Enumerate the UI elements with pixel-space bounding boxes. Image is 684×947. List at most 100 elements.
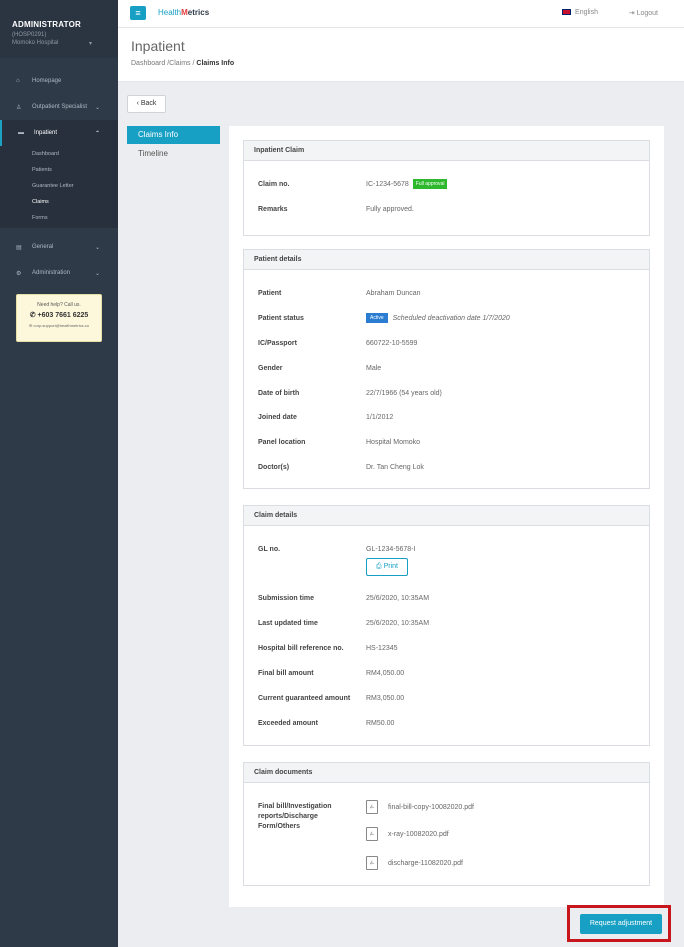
inpatient-submenu: Dashboard Patients Guarantee Letter Clai… [0, 146, 118, 228]
sidebar-item-inpatient[interactable]: ▬ Inpatient ⌃ [0, 120, 118, 146]
pdf-icon: ⍼ [366, 856, 378, 870]
panel-value: Hospital Momoko [366, 439, 421, 446]
gender-label: Gender [258, 365, 283, 372]
sidebar: ADMINISTRATOR (HOSP0291) Momoko Hospital… [0, 0, 118, 947]
submenu-forms[interactable]: Forms [0, 210, 118, 226]
top-bar: ≡ HealthMetrics English ⇥ Logout [118, 0, 684, 28]
phone-icon: ✆ [29, 312, 38, 319]
logo-pulse: M [181, 8, 188, 17]
sidebar-header: ADMINISTRATOR (HOSP0291) Momoko Hospital… [0, 0, 118, 58]
gender-value: Male [366, 365, 382, 372]
updated-label: Last updated time [258, 620, 318, 627]
panel-label: Panel location [258, 439, 306, 446]
ic-value: 660722-10-5599 [366, 340, 418, 347]
help-phone-number: +603 7661 6225 [37, 312, 89, 319]
back-button[interactable]: ‹ Back [127, 95, 166, 113]
sidebar-item-administration[interactable]: ⚙ Administration ⌄ [0, 260, 118, 286]
sidebar-item-homepage[interactable]: ⌂ Homepage [0, 68, 118, 94]
sidebar-item-label: Homepage [32, 78, 62, 84]
claim-no-value: IC-1234-5678 Full approval [366, 179, 448, 189]
inpatient-claim-card: Inpatient Claim Claim no. IC-1234-5678 Fu… [243, 140, 650, 236]
home-icon: ⌂ [16, 78, 20, 84]
app-logo[interactable]: HealthMetrics [158, 8, 209, 17]
hamburger-icon: ≡ [135, 8, 141, 18]
print-button[interactable]: ⎙ Print [366, 558, 408, 576]
help-phone[interactable]: ✆ +603 7661 6225 [17, 311, 101, 319]
print-label: Print [383, 563, 398, 570]
patient-details-card: Patient details Patient Abraham Duncan P… [243, 249, 650, 489]
sidebar-item-general[interactable]: ▤ General ⌄ [0, 234, 118, 260]
logout-button[interactable]: ⇥ Logout [629, 9, 658, 17]
card-header: Patient details [244, 250, 649, 270]
guaranteed-value: RM3,050.00 [366, 695, 405, 702]
claim-documents-card: Claim documents Final bill/Investigation… [243, 762, 650, 886]
card-header: Claim details [244, 506, 649, 526]
document-filename: final-bill-copy-10082020.pdf [388, 803, 474, 811]
documents-label: Final bill/Investigation reports/Dischar… [258, 802, 332, 832]
logo-text-metrics: etrics [187, 8, 210, 17]
gl-label: GL no. [258, 546, 281, 553]
pdf-icon: ⍼ [366, 827, 378, 841]
sidebar-item-outpatient[interactable]: ♙ Outpatient Specialist ⌄ [0, 94, 118, 120]
request-adjustment-button[interactable]: Request adjustment [580, 914, 662, 934]
page-header: Inpatient Dashboard /Claims / Claims Inf… [118, 28, 684, 82]
exceeded-value: RM50.00 [366, 720, 395, 727]
submission-label: Submission time [258, 595, 315, 602]
tab-timeline[interactable]: Timeline [127, 145, 220, 163]
help-email-address: corp.support@healthmetrics.co [33, 323, 89, 328]
logout-label: Logout [636, 10, 658, 17]
chevron-down-icon: ⌄ [94, 104, 100, 111]
document-filename: discharge-11082020.pdf [388, 859, 463, 867]
breadcrumb: Dashboard /Claims / Claims Info [131, 60, 235, 67]
updated-value: 25/6/2020, 10:35AM [366, 620, 430, 627]
tab-claims-info[interactable]: Claims Info [127, 126, 220, 144]
logo-text-health: Health [158, 8, 182, 17]
bill-ref-value: HS-12345 [366, 645, 398, 652]
dob-value: 22/7/1966 (54 years old) [366, 390, 442, 397]
breadcrumb-claims[interactable]: /Claims [167, 60, 190, 67]
card-header: Inpatient Claim [244, 141, 649, 161]
user-icon: ♙ [16, 104, 22, 111]
patient-label: Patient [258, 290, 282, 297]
doctor-value: Dr. Tan Cheng Lok [366, 464, 424, 471]
document-link[interactable]: ⍼ x-ray-10082020.pdf [366, 827, 449, 841]
pdf-icon: ⍼ [366, 800, 378, 814]
breadcrumb-dashboard[interactable]: Dashboard [131, 60, 165, 67]
clipboard-icon: ▤ [16, 244, 22, 251]
gear-icon: ⚙ [16, 270, 22, 277]
submenu-patients[interactable]: Patients [0, 162, 118, 178]
chevron-down-icon: ⌄ [94, 270, 100, 277]
page-title: Inpatient [131, 38, 185, 54]
final-bill-label: Final bill amount [258, 670, 314, 677]
printer-icon: ⎙ [376, 563, 384, 570]
doctor-label: Doctor(s) [258, 464, 290, 471]
sidebar-item-label: Outpatient Specialist [32, 104, 88, 110]
admin-title: ADMINISTRATOR [12, 20, 81, 29]
submenu-guarantee-letter[interactable]: Guarantee Letter [0, 178, 118, 194]
document-link[interactable]: ⍼ final-bill-copy-10082020.pdf [366, 800, 474, 814]
hospital-selector[interactable]: Momoko Hospital ▾ [12, 40, 106, 47]
back-label: Back [140, 100, 157, 107]
submenu-claims[interactable]: Claims [0, 194, 118, 210]
document-link[interactable]: ⍼ discharge-11082020.pdf [366, 856, 463, 870]
claim-details-card: Claim details GL no. GL-1234-5678-I ⎙ Pr… [243, 505, 650, 746]
status-badge: Active [366, 313, 388, 323]
submenu-dashboard[interactable]: Dashboard [0, 146, 118, 162]
remarks-value: Fully approved. [366, 206, 414, 213]
claim-no-label: Claim no. [258, 181, 290, 188]
joined-label: Joined date [258, 414, 297, 421]
status-badge: Full approval [412, 179, 448, 189]
help-email[interactable]: ✉ corp.support@healthmetrics.co [17, 323, 101, 328]
patient-value: Abraham Duncan [366, 290, 421, 297]
sidebar-item-label: General [32, 244, 54, 250]
menu-toggle-button[interactable]: ≡ [130, 6, 146, 20]
logout-icon: ⇥ [628, 10, 637, 17]
language-selector[interactable]: English [562, 9, 598, 16]
bill-ref-label: Hospital bill reference no. [258, 645, 344, 652]
language-label: English [575, 9, 598, 16]
patient-status-value: Active Scheduled deactivation date 1/7/20… [366, 313, 510, 323]
dob-label: Date of birth [258, 390, 300, 397]
exceeded-label: Exceeded amount [258, 720, 318, 727]
hospital-name: Momoko Hospital [12, 40, 59, 46]
help-box: Need help? Call us. ✆ +603 7661 6225 ✉ c… [16, 294, 102, 342]
